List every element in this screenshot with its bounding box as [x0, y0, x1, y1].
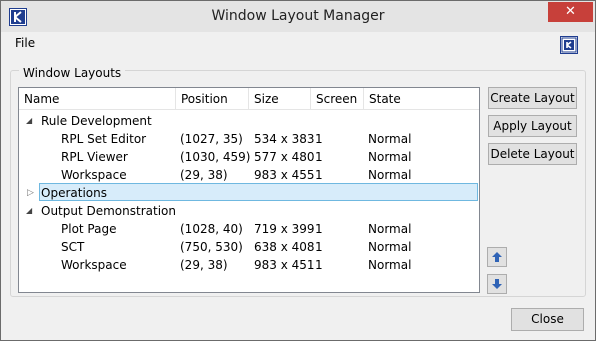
row-size: 719 x 399	[254, 222, 315, 236]
column-header-size[interactable]: Size	[249, 88, 311, 110]
create-layout-button[interactable]: Create Layout	[488, 87, 577, 109]
column-header-state[interactable]: State	[364, 88, 479, 110]
row-name: Plot Page	[61, 222, 117, 236]
tree-header: Name Position Size Screen State	[19, 88, 479, 110]
row-position: (750, 530)	[180, 240, 243, 254]
row-name: RPL Viewer	[61, 150, 128, 164]
row-size: 577 x 480	[254, 150, 315, 164]
row-size: 983 x 455	[254, 168, 315, 182]
row-name: SCT	[61, 240, 85, 254]
row-state: Normal	[368, 168, 412, 182]
row-state: Normal	[368, 150, 412, 164]
column-header-screen[interactable]: Screen	[311, 88, 364, 110]
close-button[interactable]: Close	[511, 308, 584, 331]
window-layouts-legend: Window Layouts	[19, 66, 126, 80]
row-size: 638 x 408	[254, 240, 315, 254]
tree-row[interactable]: Plot Page (1028, 40) 719 x 399 1 Normal	[19, 220, 479, 238]
row-name: Workspace	[61, 168, 127, 182]
delete-layout-button[interactable]: Delete Layout	[488, 143, 577, 165]
row-state: Normal	[368, 132, 412, 146]
window-close-button[interactable]: ✕	[548, 2, 593, 22]
arrow-up-icon	[492, 252, 502, 262]
row-screen: 1	[315, 168, 323, 182]
row-screen: 1	[315, 132, 323, 146]
expanded-triangle-icon[interactable]: ◢	[26, 202, 32, 220]
tree-row[interactable]: SCT (750, 530) 638 x 408 1 Normal	[19, 238, 479, 256]
group-label: Rule Development	[41, 114, 152, 128]
tree-row[interactable]: Workspace (29, 38) 983 x 451 1 Normal	[19, 256, 479, 274]
tree-group-rule-development[interactable]: ◢ Rule Development	[19, 112, 479, 130]
row-state: Normal	[368, 222, 412, 236]
tree-row[interactable]: RPL Viewer (1030, 459) 577 x 480 1 Norma…	[19, 148, 479, 166]
tree-group-operations[interactable]: Operations	[39, 183, 478, 201]
row-screen: 1	[315, 150, 323, 164]
menu-bar: File	[9, 36, 41, 54]
row-size: 983 x 451	[254, 258, 315, 272]
tree-row[interactable]: Workspace (29, 38) 983 x 455 1 Normal	[19, 166, 479, 184]
row-screen: 1	[315, 222, 323, 236]
row-screen: 1	[315, 240, 323, 254]
tree-row[interactable]: RPL Set Editor (1027, 35) 534 x 383 1 No…	[19, 130, 479, 148]
row-position: (1030, 459)	[180, 150, 251, 164]
title-bar[interactable]: Window Layout Manager ✕	[1, 1, 595, 32]
column-header-name[interactable]: Name	[19, 88, 176, 110]
row-position: (1028, 40)	[180, 222, 243, 236]
arrow-down-icon	[492, 279, 502, 289]
row-screen: 1	[315, 258, 323, 272]
row-position: (29, 38)	[180, 168, 228, 182]
column-header-position[interactable]: Position	[176, 88, 249, 110]
window-title: Window Layout Manager	[211, 8, 385, 24]
row-name: Workspace	[61, 258, 127, 272]
row-position: (1027, 35)	[180, 132, 243, 146]
menu-file[interactable]: File	[9, 35, 41, 51]
expanded-triangle-icon[interactable]: ◢	[26, 112, 32, 130]
row-name: RPL Set Editor	[61, 132, 147, 146]
row-position: (29, 38)	[180, 258, 228, 272]
window-app-icon[interactable]	[560, 36, 578, 54]
row-state: Normal	[368, 240, 412, 254]
tree-group-output-demonstration[interactable]: ◢ Output Demonstration	[19, 202, 479, 220]
layouts-tree[interactable]: Name Position Size Screen State ◢ Rule D…	[18, 87, 480, 293]
apply-layout-button[interactable]: Apply Layout	[488, 115, 577, 137]
window-layout-manager-window: Window Layout Manager ✕ File Window Layo…	[0, 0, 596, 341]
collapsed-triangle-icon[interactable]: ▷	[27, 184, 34, 202]
row-size: 534 x 383	[254, 132, 315, 146]
move-up-button[interactable]	[487, 247, 507, 267]
row-state: Normal	[368, 258, 412, 272]
group-label: Output Demonstration	[41, 204, 176, 218]
move-down-button[interactable]	[487, 274, 507, 294]
group-label: Operations	[41, 186, 107, 200]
